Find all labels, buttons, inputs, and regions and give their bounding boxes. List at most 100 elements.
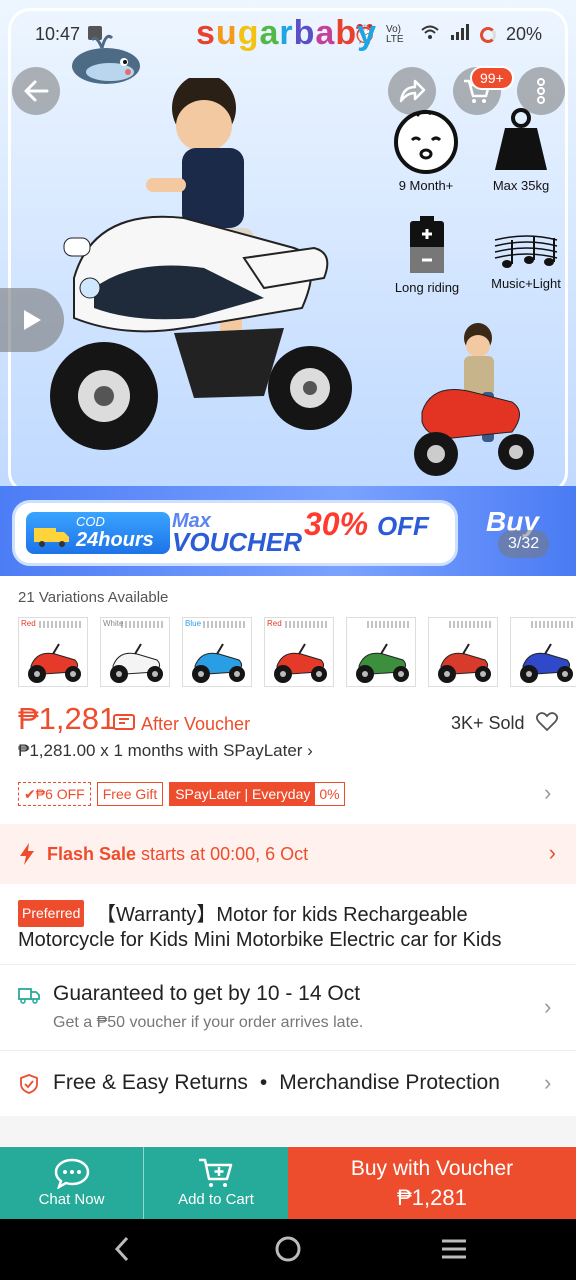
more-dots-icon <box>537 78 545 104</box>
shipping-voucher-note: Get a ₱50 voucher if your order arrives … <box>53 1014 364 1031</box>
product-photo-small <box>412 322 536 483</box>
variations-label: 21 Variations Available <box>18 589 169 606</box>
shield-check-icon <box>20 1074 38 1099</box>
motorbike-icon <box>110 643 163 683</box>
max-voucher-text: Max VOUCHER <box>172 510 302 558</box>
spaylater-chip: SPayLater | Everyday 0% <box>169 782 345 806</box>
feature-weight: Max 35kg <box>484 106 558 193</box>
nav-recent-apps-icon[interactable] <box>440 1237 468 1261</box>
buy-with-voucher-button[interactable]: Buy with Voucher ₱1,281 <box>288 1147 576 1219</box>
variation-tag: Blue <box>185 619 202 628</box>
lightning-icon <box>20 843 34 865</box>
sold-count: 3K+ Sold <box>451 713 525 733</box>
variation-thumbnail[interactable] <box>510 617 576 687</box>
system-nav-bar <box>0 1219 576 1280</box>
feature-weight-label: Max 35kg <box>492 178 550 193</box>
variation-thumbnail[interactable]: Red <box>264 617 334 687</box>
cod-hours: 24hours <box>76 529 154 551</box>
feature-battery-label: Long riding <box>394 280 460 295</box>
spaylater-chip-rate: 0% <box>319 786 340 802</box>
buy-with-voucher-label: Buy with Voucher <box>350 1157 514 1180</box>
feature-battery: Long riding <box>382 216 472 295</box>
variation-info-strip <box>367 621 411 628</box>
music-notes-icon <box>494 235 558 268</box>
motorbike-icon <box>274 643 327 683</box>
image-counter: 3/32 <box>498 530 550 558</box>
bottom-action-bar: Chat Now Add to Cart Buy with Voucher ₱1… <box>0 1147 576 1219</box>
weight-icon <box>495 108 547 170</box>
motorbike-icon <box>438 643 491 683</box>
flash-sale-time: starts at 00:00, 6 Oct <box>136 844 309 864</box>
nav-back-icon[interactable] <box>112 1235 132 1263</box>
feature-music-label: Music+Light <box>491 276 561 291</box>
chevron-right-icon[interactable]: › <box>544 994 551 1020</box>
voucher-label: VOUCHER <box>172 527 303 557</box>
divider <box>0 1050 576 1051</box>
promo-chips[interactable]: ✔₱6 OFF Free Gift SPayLater | Everyday 0… <box>18 782 345 806</box>
shipping-guarantee[interactable]: Guaranteed to get by 10 - 14 Oct <box>53 982 360 1006</box>
spaylater-chip-label: SPayLater | Everyday <box>170 783 316 805</box>
cod-badge: COD 24hours <box>26 512 170 554</box>
battery-ring-icon <box>479 26 496 43</box>
brand-letter: a <box>259 14 280 52</box>
chevron-right-icon[interactable]: › <box>544 1070 551 1096</box>
brand-logo: sugarbaby <box>196 14 377 53</box>
status-icons: ⏰ Vo) LTE 20% <box>354 24 542 45</box>
volte-icon: Vo) LTE <box>385 23 404 45</box>
chat-now-button[interactable]: Chat Now <box>0 1147 144 1219</box>
free-returns-label: Free & Easy Returns <box>53 1071 248 1094</box>
variation-thumbnail[interactable]: Red <box>18 617 88 687</box>
cart-count-badge: 99+ <box>470 66 514 90</box>
buy-price: ₱1,281 <box>397 1185 467 1210</box>
after-voucher-label: After Voucher <box>141 714 251 734</box>
off-label: OFF <box>376 511 429 541</box>
free-gift-chip: Free Gift <box>96 782 164 806</box>
variation-thumbnail[interactable] <box>346 617 416 687</box>
wifi-icon <box>420 24 440 45</box>
separator-dot: • <box>259 1071 268 1094</box>
chevron-right-icon[interactable]: › <box>544 780 551 806</box>
variation-info-strip <box>285 621 329 628</box>
variation-thumbnail[interactable] <box>428 617 498 687</box>
variation-tag: Red <box>267 619 282 628</box>
battery-icon <box>410 216 444 273</box>
feature-age-label: 9 Month+ <box>398 178 454 193</box>
divider <box>0 964 576 965</box>
motorbike-icon <box>356 643 409 683</box>
brand-letter: a <box>315 14 336 52</box>
merchandise-protection-label: Merchandise Protection <box>279 1071 500 1094</box>
add-to-cart-button[interactable]: Add to Cart <box>144 1147 288 1219</box>
spaylater-installment-link[interactable]: ₱1,281.00 x 1 months with SPayLater › <box>18 741 313 761</box>
brand-letter: u <box>215 14 238 52</box>
cart-plus-icon <box>199 1158 233 1187</box>
chevron-right-icon: › <box>548 840 556 865</box>
play-video-button[interactable] <box>0 288 64 352</box>
discount-percent: 30% <box>304 506 369 542</box>
nav-home-icon[interactable] <box>274 1235 302 1263</box>
variation-info-strip <box>449 621 493 628</box>
discount-chip: ✔₱6 OFF <box>18 782 91 806</box>
variation-thumbnail[interactable]: Blue <box>182 617 252 687</box>
variation-thumbnails: Red White Blue Red <box>18 617 576 687</box>
add-to-cart-label: Add to Cart <box>178 1191 254 1208</box>
discount-text: 30% OFF <box>304 506 429 543</box>
favorite-heart-icon[interactable] <box>535 712 559 737</box>
brand-letter: r <box>279 14 294 52</box>
variation-thumbnail[interactable]: White <box>100 617 170 687</box>
brand-letter: y <box>357 14 378 52</box>
price: ₱1,281 <box>18 701 117 736</box>
section-gap <box>0 1116 576 1146</box>
battery-text: 20% <box>505 24 542 44</box>
product-title-text: 【Warranty】Motor for kids Rechargeable Mo… <box>18 903 563 953</box>
flash-sale-label: Flash Sale <box>47 844 137 864</box>
flash-sale-row[interactable]: Flash Sale starts at 00:00, 6 Oct › <box>0 824 576 884</box>
product-image-carousel[interactable]: 10:47 ⏰ Vo) LTE 20% sugarbaby 99+ 9 Mont… <box>0 0 576 576</box>
brand-letter: b <box>293 14 316 52</box>
product-photo-main <box>34 74 354 463</box>
feature-age: 9 Month+ <box>382 106 470 193</box>
signal-icon <box>450 24 470 45</box>
feature-music: Music+Light <box>484 232 568 291</box>
motorbike-icon <box>28 643 81 683</box>
returns-protection-row[interactable]: Free & Easy Returns • Merchandise Protecti… <box>53 1071 500 1095</box>
baby-face-icon <box>394 109 458 174</box>
